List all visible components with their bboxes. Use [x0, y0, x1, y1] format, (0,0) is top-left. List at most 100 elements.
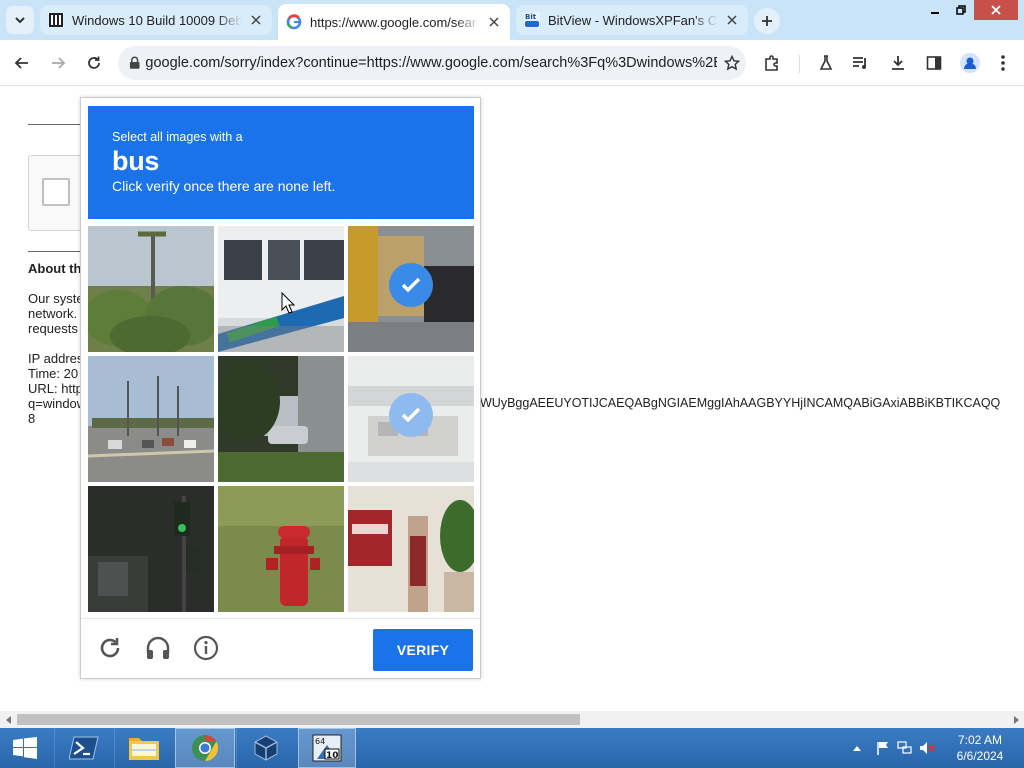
scrollbar-thumb[interactable] [17, 714, 580, 725]
reload-icon [100, 638, 120, 658]
body-text-line: Our syste [28, 291, 84, 306]
powershell-icon [68, 736, 99, 760]
svg-text:64: 64 [315, 737, 325, 746]
close-tab-icon[interactable] [486, 14, 502, 30]
info-icon [193, 635, 219, 661]
browser-icon [192, 734, 219, 762]
tab-bitview[interactable]: Bit BitView - WindowsXPFan's Cha [516, 5, 748, 35]
help-button[interactable] [191, 633, 221, 663]
menu-button[interactable] [988, 48, 1018, 78]
taskbar-file-explorer[interactable] [114, 728, 172, 768]
bitview-favicon: Bit [524, 12, 540, 28]
volume-muted-icon[interactable] [916, 741, 938, 755]
reload-challenge-button[interactable] [95, 633, 125, 663]
image-tile-traffic-light[interactable] [88, 486, 214, 612]
arrow-right-icon [52, 57, 66, 69]
action-center-flag-icon[interactable] [872, 741, 894, 755]
system-tray [850, 728, 938, 768]
tab-title: Windows 10 Build 10009 Debo [72, 12, 242, 28]
profile-button[interactable] [955, 48, 985, 78]
chevron-down-icon [15, 17, 25, 24]
recaptcha-anchor [28, 155, 88, 231]
url-token-text: WUyBggAEEUYOTIJCAEQABgNGIAEMggIAhAAGBYYH… [480, 396, 1001, 410]
avatar-icon [960, 53, 980, 73]
window-close-button[interactable] [974, 0, 1018, 20]
minimize-icon [931, 12, 939, 14]
google-favicon [286, 14, 302, 30]
close-tab-icon[interactable] [248, 12, 264, 28]
time-line: Time: 20 [28, 366, 79, 381]
tab-windows10-build[interactable]: Windows 10 Build 10009 Debo [40, 5, 272, 35]
network-icon[interactable] [894, 741, 916, 755]
reload-button[interactable] [79, 48, 109, 78]
start-button[interactable] [0, 728, 50, 768]
restore-icon [956, 5, 966, 15]
puzzle-icon [765, 55, 778, 71]
svg-text:Bit: Bit [525, 13, 537, 21]
image-tile-storefront-sign[interactable] [348, 486, 474, 612]
labs-button[interactable] [811, 48, 841, 78]
scroll-right-icon[interactable] [1007, 711, 1024, 728]
tab-google-sorry[interactable]: https://www.google.com/sear [278, 4, 510, 40]
selected-check-icon [389, 263, 433, 307]
close-tab-icon[interactable] [724, 12, 740, 28]
system-clock[interactable]: 7:02 AM 6/6/2024 [944, 732, 1016, 764]
image-tile-fire-hydrant[interactable] [218, 486, 344, 612]
about-heading: About th [28, 261, 82, 276]
side-panel-button[interactable] [919, 48, 949, 78]
divider [28, 251, 88, 252]
recaptcha-checkbox[interactable] [42, 178, 70, 206]
side-panel-icon [926, 56, 942, 70]
instruction-prefix: Select all images with a [112, 130, 243, 144]
image-tile-bus-side[interactable] [218, 226, 344, 352]
tab-title: BitView - WindowsXPFan's Cha [548, 12, 718, 28]
extensions-button[interactable] [757, 48, 787, 78]
media-controls-button[interactable] [846, 48, 876, 78]
audio-challenge-button[interactable] [143, 633, 173, 663]
wiki-favicon [48, 12, 64, 28]
taskbar-powershell[interactable] [54, 728, 112, 768]
image-tile-school-bus[interactable] [348, 226, 474, 352]
verify-button[interactable]: VERIFY [373, 629, 473, 671]
clock-date: 6/6/2024 [956, 749, 1004, 763]
divider [28, 124, 88, 125]
bookmark-star-icon[interactable] [717, 48, 746, 78]
url-query-line: q=window [28, 396, 87, 411]
window-restore-button[interactable] [948, 0, 974, 20]
taskbar: 64 10 7:02 AM 6/6/2024 [0, 728, 1024, 768]
taskbar-browser[interactable] [175, 728, 235, 768]
start-icon [13, 737, 37, 759]
image-tile-car-by-tree[interactable] [218, 356, 344, 482]
windows-10-icon: 6410 [312, 734, 342, 762]
forward-button[interactable] [43, 48, 73, 78]
tab-strip: Windows 10 Build 10009 Debo https://www.… [0, 0, 1024, 40]
body-text-line: network. [28, 306, 78, 321]
ip-address-line: IP addres [28, 351, 84, 366]
new-tab-button[interactable] [754, 8, 780, 34]
more-vert-icon [1001, 55, 1005, 71]
toolbar-divider [799, 55, 800, 73]
reload-icon [88, 56, 100, 69]
taskbar-windows10-vm[interactable]: 64 10 [298, 728, 356, 768]
address-url[interactable]: google.com/sorry/index?continue=https://… [145, 55, 717, 71]
back-button[interactable] [7, 48, 37, 78]
downloads-button[interactable] [883, 48, 913, 78]
flask-icon [819, 55, 833, 70]
image-tile-road-traffic[interactable] [88, 356, 214, 482]
instruction-suffix: Click verify once there are none left. [112, 178, 336, 194]
window-minimize-button[interactable] [922, 0, 948, 20]
tab-search-button[interactable] [6, 6, 34, 34]
download-icon [892, 56, 904, 70]
image-tile-palm-trees[interactable] [88, 226, 214, 352]
taskbar-virtualbox[interactable] [236, 728, 294, 768]
show-hidden-icons-icon[interactable] [850, 745, 864, 751]
horizontal-scrollbar[interactable] [0, 711, 1024, 728]
close-icon [991, 5, 1001, 15]
address-bar[interactable]: google.com/sorry/index?continue=https://… [118, 46, 746, 80]
scroll-left-icon[interactable] [0, 711, 17, 728]
instruction-target: bus [112, 146, 160, 176]
plus-icon [762, 16, 772, 26]
image-tile-bus-faded[interactable] [348, 356, 474, 482]
url-line: URL: http [28, 381, 83, 396]
site-info-icon[interactable] [128, 56, 141, 70]
